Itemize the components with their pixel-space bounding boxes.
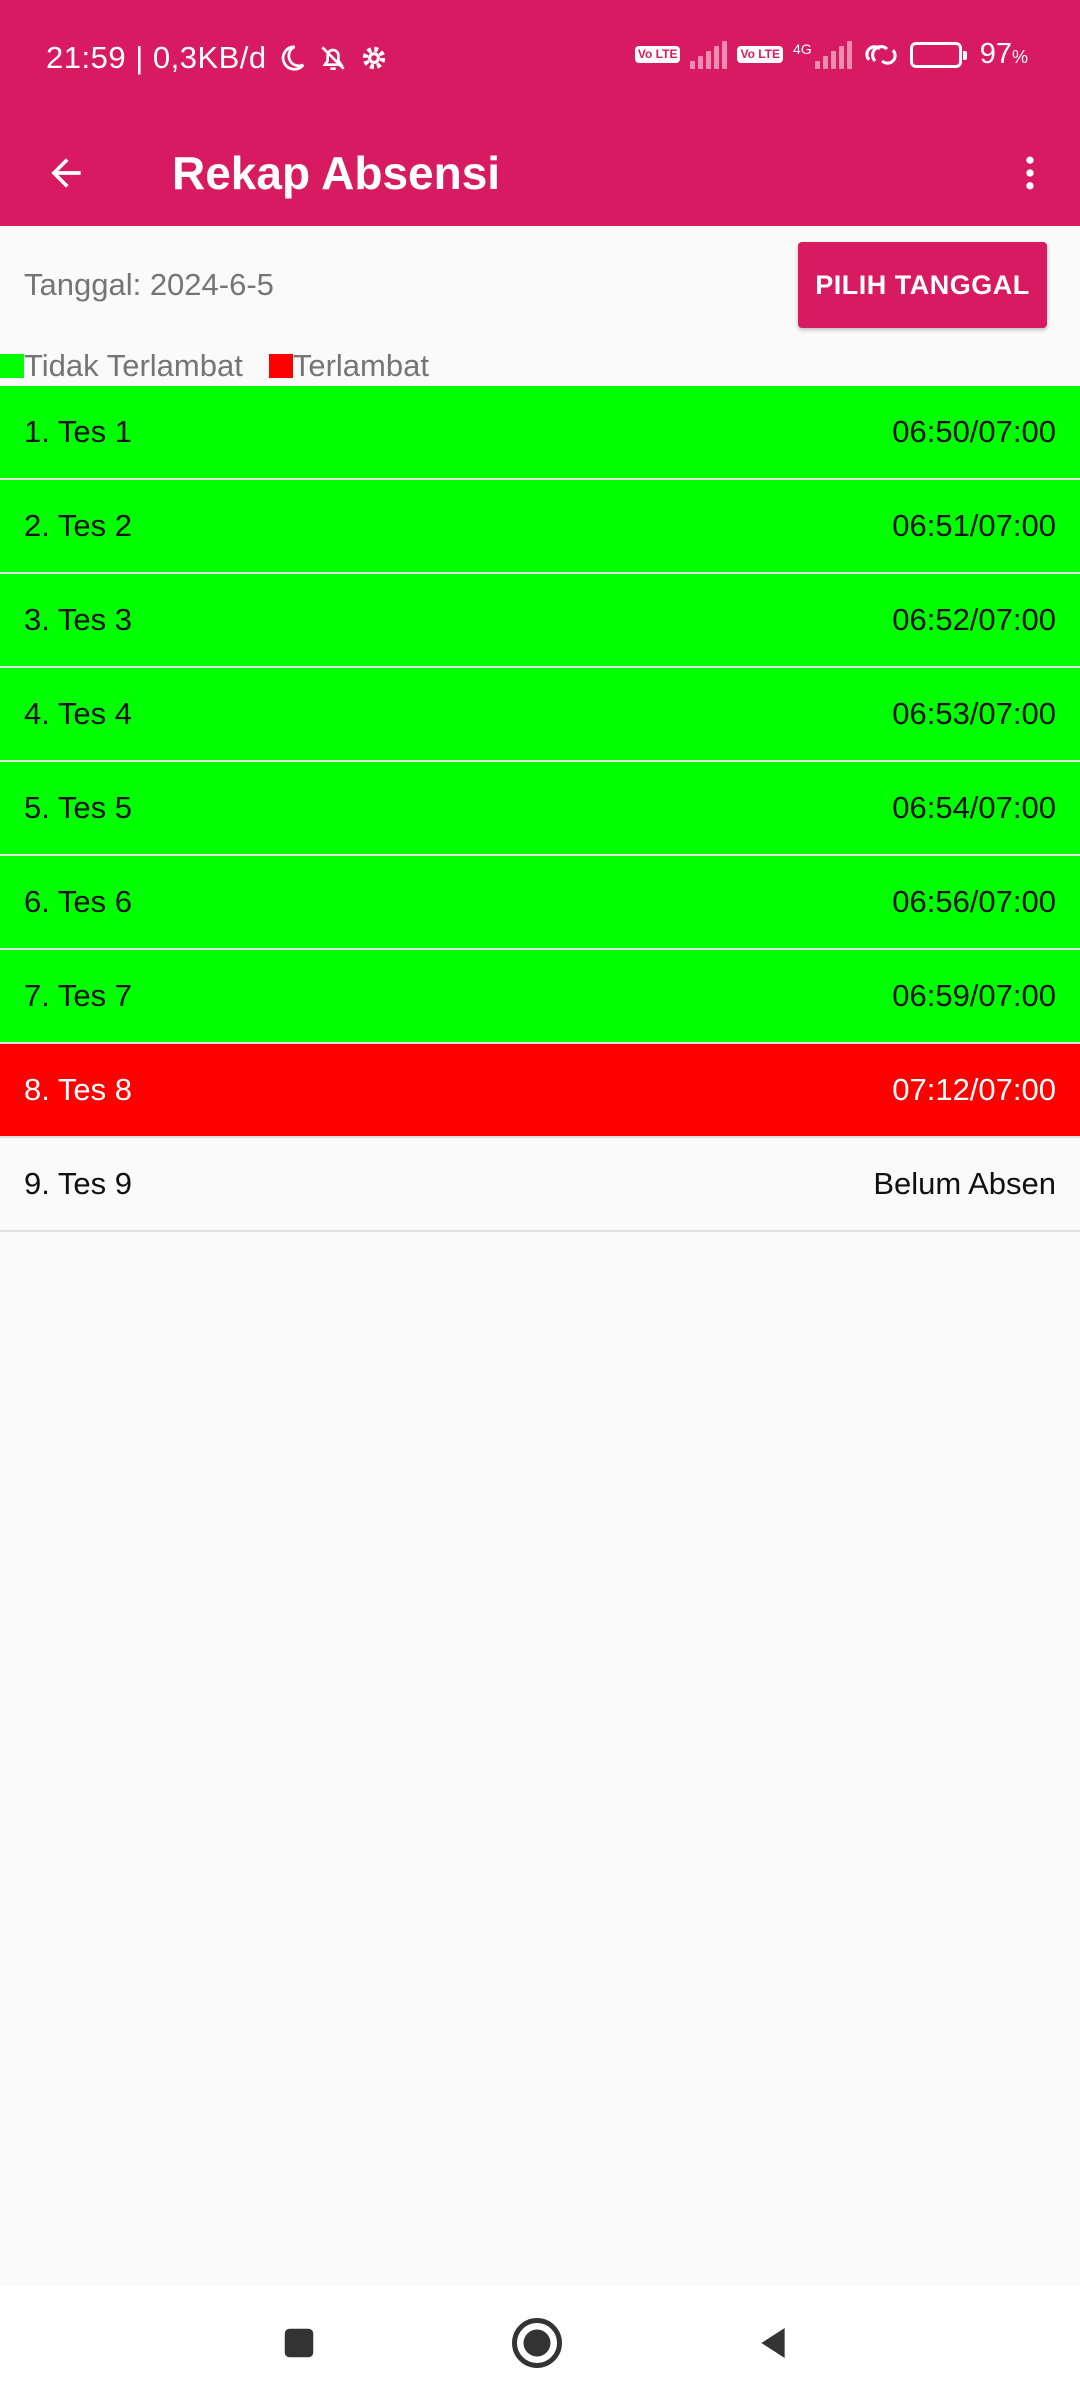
list-item[interactable]: 9. Tes 9 Belum Absen (0, 1138, 1080, 1232)
list-item-time: 06:52/07:00 (892, 602, 1056, 637)
list-item-name: 7. Tes 7 (24, 978, 133, 1013)
status-left: 21:59 | 0,3KB/d (46, 40, 389, 76)
list-item[interactable]: 5. Tes 5 06:54/07:00 (0, 762, 1080, 856)
list-item[interactable]: 2. Tes 2 06:51/07:00 (0, 480, 1080, 574)
home-button[interactable] (502, 2308, 572, 2378)
date-label: Tanggal: 2024-6-5 (24, 267, 274, 302)
list-item-name: 9. Tes 9 (24, 1166, 133, 1201)
pick-date-button[interactable]: PILIH TANGGAL (798, 242, 1047, 328)
system-nav-bar (0, 2286, 1080, 2400)
list-item-name: 3. Tes 3 (24, 602, 133, 637)
list-item-name: 5. Tes 5 (24, 790, 133, 825)
list-item-name: 8. Tes 8 (24, 1072, 133, 1107)
battery-level: 97% (979, 38, 1028, 70)
page-title: Rekap Absensi (172, 147, 501, 199)
legend-item-late: Terlambat (268, 348, 429, 384)
status-bar: 21:59 | 0,3KB/d Vo LTE Vo LTE 4G 97% (0, 0, 1080, 120)
list-item-name: 6. Tes 6 (24, 884, 133, 919)
bell-off-icon (317, 42, 349, 74)
list-item-name: 1. Tes 1 (24, 414, 133, 449)
home-circle-icon (512, 2318, 562, 2368)
overflow-menu-button[interactable] (1000, 143, 1060, 203)
list-item-name: 4. Tes 4 (24, 696, 133, 731)
list-item[interactable]: 1. Tes 1 06:50/07:00 (0, 386, 1080, 480)
moon-icon (277, 43, 307, 73)
status-time-speed: 21:59 | 0,3KB/d (46, 40, 267, 75)
attendance-list: 1. Tes 1 06:50/07:00 2. Tes 2 06:51/07:0… (0, 386, 1080, 1232)
legend-item-on-time: Tidak Terlambat (0, 348, 243, 384)
list-item-time: 06:53/07:00 (892, 696, 1056, 731)
list-item-name: 2. Tes 2 (24, 508, 133, 543)
list-item[interactable]: 8. Tes 8 07:12/07:00 (0, 1044, 1080, 1138)
legend-label-late: Terlambat (292, 348, 429, 383)
signal-4g-icon: 4G (793, 40, 852, 69)
app-bar: Rekap Absensi (0, 120, 1080, 226)
back-button[interactable] (36, 143, 96, 203)
signal-icon (690, 40, 728, 69)
legend-label-on-time: Tidak Terlambat (24, 348, 243, 383)
more-vert-icon (1026, 156, 1034, 190)
volte-icon-2: Vo LTE (737, 46, 784, 63)
date-row: Tanggal: 2024-6-5 PILIH TANGGAL (0, 226, 1080, 344)
recents-square-icon (284, 2328, 314, 2358)
list-item-time: 06:50/07:00 (892, 414, 1056, 449)
gear-icon (359, 43, 389, 73)
legend-swatch-late (268, 354, 293, 378)
system-back-button[interactable] (738, 2308, 808, 2378)
list-item-time: Belum Absen (873, 1166, 1056, 1201)
list-item[interactable]: 3. Tes 3 06:52/07:00 (0, 574, 1080, 668)
volte-icon: Vo LTE (634, 46, 681, 63)
recents-button[interactable] (264, 2308, 334, 2378)
arrow-back-icon (51, 158, 81, 188)
legend-swatch-on-time (0, 354, 24, 378)
battery-icon (909, 41, 967, 68)
list-item-time: 06:59/07:00 (892, 978, 1056, 1013)
list-item[interactable]: 7. Tes 7 06:59/07:00 (0, 950, 1080, 1044)
list-item-time: 06:56/07:00 (892, 884, 1056, 919)
legend: Tidak Terlambat Terlambat (0, 346, 455, 386)
list-item-time: 06:51/07:00 (892, 508, 1056, 543)
list-item[interactable]: 6. Tes 6 06:56/07:00 (0, 856, 1080, 950)
list-item[interactable]: 4. Tes 4 06:53/07:00 (0, 668, 1080, 762)
list-item-time: 06:54/07:00 (892, 790, 1056, 825)
link-icon (862, 40, 900, 70)
status-right: Vo LTE Vo LTE 4G 97% (634, 38, 1028, 71)
back-triangle-icon (761, 2328, 785, 2358)
network-type: 4G (793, 40, 812, 57)
list-item-time: 07:12/07:00 (892, 1072, 1056, 1107)
